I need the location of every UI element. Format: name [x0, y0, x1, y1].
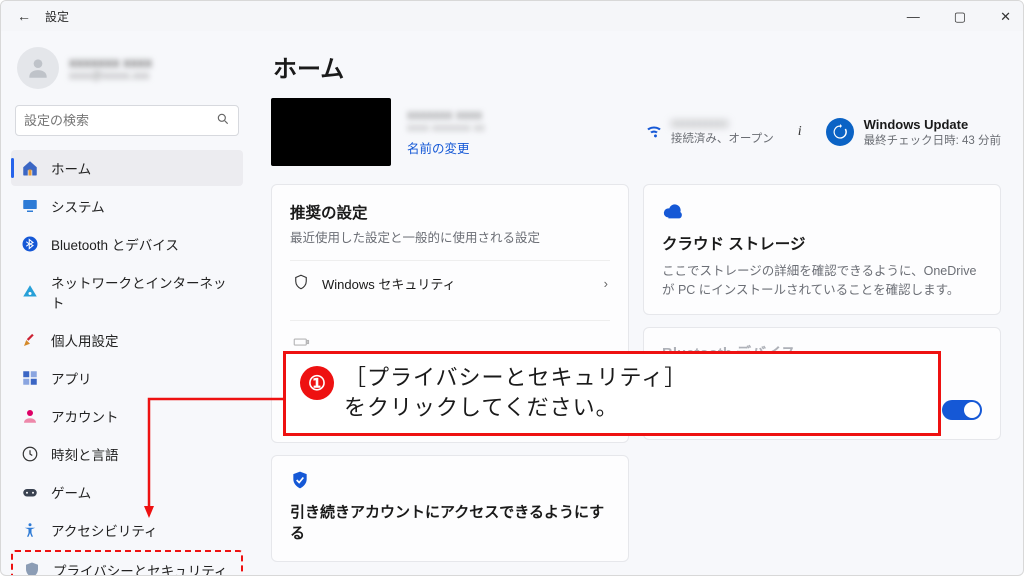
windows-update-tile[interactable]: Windows Update 最終チェック日時: 43 分前 [826, 117, 1001, 148]
device-name: xxxxxxx xxxx [407, 107, 485, 122]
sidebar-item-home[interactable]: ホーム [11, 150, 243, 186]
search-icon [216, 112, 230, 129]
sidebar-item-label: システム [51, 196, 105, 216]
search-box[interactable] [15, 105, 239, 136]
close-button[interactable]: ✕ [992, 5, 1019, 29]
recommended-row-security[interactable]: Windows セキュリティ › [290, 260, 610, 306]
sidebar-item-network[interactable]: ネットワークとインターネット [11, 264, 243, 320]
network-sub: 接続済み、オープン [671, 130, 774, 146]
window-controls: — ▢ ✕ [899, 5, 1019, 29]
rename-link[interactable]: 名前の変更 [407, 138, 485, 157]
continuity-card[interactable]: 引き続きアカウントにアクセスできるようにする [271, 455, 629, 562]
main-content: ホーム xxxxxxx xxxx xxxx xxxxxxx xx 名前の変更 x… [249, 31, 1023, 575]
device-thumbnail [271, 98, 391, 166]
device-hero: xxxxxxx xxxx xxxx xxxxxxx xx 名前の変更 xxxxx… [271, 98, 1001, 166]
settings-window: ← 設定 — ▢ ✕ xxxxxxx xxxx xxxx@xxxxx.xxx [0, 0, 1024, 576]
sidebar-item-bluetooth[interactable]: Bluetooth とデバイス [11, 226, 243, 262]
sidebar-item-apps[interactable]: アプリ [11, 360, 243, 396]
network-icon [21, 283, 39, 301]
recommended-sub: 最近使用した設定と一般的に使用される設定 [290, 227, 610, 246]
cloud-sub: ここでストレージの詳細を確認できるように、OneDrive が PC にインスト… [662, 260, 982, 298]
sidebar-item-label: ゲーム [51, 482, 91, 502]
apps-icon [21, 369, 39, 387]
cloud-title: クラウド ストレージ [662, 232, 982, 254]
info-icon[interactable]: i [796, 124, 804, 140]
account-email: xxxx@xxxxx.xxx [69, 70, 152, 82]
clock-icon [21, 445, 39, 463]
windows-update-sub: 最終チェック日時: 43 分前 [864, 132, 1001, 148]
sidebar-item-time-language[interactable]: 時刻と言語 [11, 436, 243, 472]
gaming-icon [21, 483, 39, 501]
sidebar-item-label: 時刻と言語 [51, 444, 119, 464]
page-title: ホーム [273, 49, 1001, 84]
bluetooth-toggle[interactable] [942, 400, 982, 420]
paintbrush-icon [21, 331, 39, 349]
sidebar-item-label: プライバシーとセキュリティ [53, 560, 227, 576]
network-status[interactable]: xxxxxxxxxx 接続済み、オープン [645, 118, 774, 146]
sidebar: xxxxxxx xxxx xxxx@xxxxx.xxx ホーム システム [1, 31, 249, 575]
search-input[interactable] [24, 113, 216, 128]
wifi-icon [645, 122, 663, 143]
sidebar-item-label: ネットワークとインターネット [51, 272, 233, 312]
accounts-icon [21, 407, 39, 425]
bluetooth-icon [21, 235, 39, 253]
sidebar-item-label: 個人用設定 [51, 330, 119, 350]
continuity-title: 引き続きアカウントにアクセスできるようにする [290, 501, 610, 543]
nav-list: ホーム システム Bluetooth とデバイス ネットワークとインターネット … [11, 150, 243, 576]
annotation-callout: ① ［プライバシーとセキュリティ］ をクリックしてください。 [283, 351, 941, 436]
cloud-icon [662, 211, 684, 226]
account-name: xxxxxxx xxxx [69, 55, 152, 70]
sidebar-item-label: アクセシビリティ [51, 520, 158, 540]
cloud-card: クラウド ストレージ ここでストレージの詳細を確認できるように、OneDrive… [643, 184, 1001, 315]
device-model: xxxx xxxxxxx xx [407, 122, 485, 134]
avatar [17, 47, 59, 89]
system-icon [21, 197, 39, 215]
app-title: 設定 [45, 8, 69, 25]
shield-outline-icon [292, 273, 310, 294]
sidebar-item-personalization[interactable]: 個人用設定 [11, 322, 243, 358]
accessibility-icon [21, 521, 39, 539]
recommended-title: 推奨の設定 [290, 201, 610, 223]
sidebar-item-accessibility[interactable]: アクセシビリティ [11, 512, 243, 548]
windows-update-title: Windows Update [864, 117, 1001, 132]
back-button[interactable]: ← [9, 4, 39, 28]
minimize-button[interactable]: — [899, 5, 928, 29]
home-icon [21, 159, 39, 177]
sidebar-item-accounts[interactable]: アカウント [11, 398, 243, 434]
network-name: xxxxxxxxxx [671, 118, 774, 130]
shield-icon [23, 561, 41, 576]
sidebar-item-label: アプリ [51, 368, 92, 388]
update-icon [826, 118, 854, 146]
sidebar-item-privacy-security[interactable]: プライバシーとセキュリティ [11, 550, 243, 576]
annotation-number: ① [300, 366, 334, 400]
sidebar-item-label: Bluetooth とデバイス [51, 234, 179, 254]
sidebar-item-gaming[interactable]: ゲーム [11, 474, 243, 510]
row-label: Windows セキュリティ [322, 274, 456, 293]
maximize-button[interactable]: ▢ [946, 5, 974, 29]
sidebar-item-label: ホーム [51, 158, 91, 178]
sidebar-item-system[interactable]: システム [11, 188, 243, 224]
account-header[interactable]: xxxxxxx xxxx xxxx@xxxxx.xxx [11, 41, 243, 101]
chevron-right-icon: › [604, 276, 608, 291]
check-shield-icon [290, 478, 310, 493]
titlebar: ← 設定 — ▢ ✕ [1, 1, 1023, 31]
sidebar-item-label: アカウント [51, 406, 119, 426]
annotation-text: ［プライバシーとセキュリティ］ をクリックしてください。 [344, 364, 687, 423]
